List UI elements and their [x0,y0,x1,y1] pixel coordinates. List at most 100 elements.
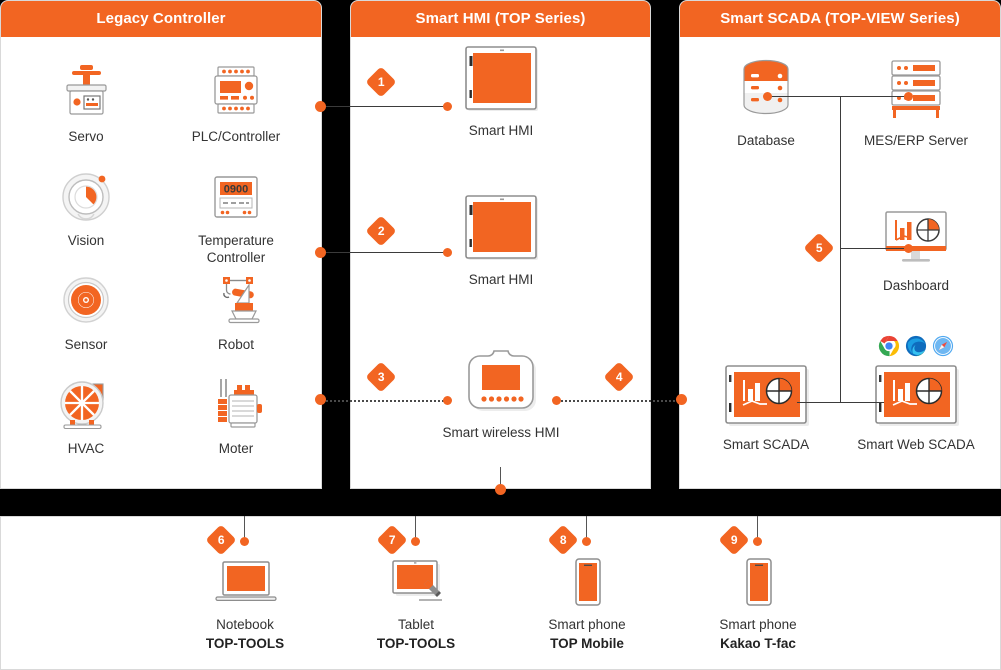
panel-hmi-title: Smart HMI (TOP Series) [351,1,650,37]
safari-browser-icon [932,335,954,357]
device-label: HVAC [67,441,105,456]
device-smart-wireless-hmi[interactable]: Smart wireless HMI [441,339,561,441]
device-label: Smart HMI [468,123,534,138]
device-label: Smart phone [719,617,797,632]
temperature-controller-icon: 0900 [176,163,296,225]
device-smart-phone-top-mobile[interactable]: Smart phone TOP Mobile [527,557,647,652]
smart-wireless-hmi-icon [441,339,561,417]
scada-branch-smart-scada [792,402,840,403]
marker-5: 5 [803,232,835,264]
device-label: Database [737,133,795,148]
device-label: Smart HMI [468,272,534,287]
panel-scada-title: Smart SCADA (TOP-VIEW Series) [680,1,1000,37]
motor-icon [176,371,296,433]
connector-dot-phone-1 [582,537,591,546]
connector-dot-bus-top [495,484,506,495]
device-smart-hmi-2[interactable]: Smart HMI [441,188,561,288]
scada-branch-server [840,96,908,97]
smartphone-icon [698,557,818,609]
vision-camera-icon [26,163,146,225]
hvac-blower-icon [26,371,146,433]
device-database[interactable]: Database [706,53,826,149]
device-label: Smart phone [548,617,626,632]
smart-hmi-icon [441,39,561,115]
dashboard-monitor-icon [856,206,976,270]
device-dashboard[interactable]: Dashboard [856,206,976,294]
panel-legacy-controller: Legacy Controller Servo PLC/Controller V… [0,0,322,489]
panel-smart-hmi: Smart HMI (TOP Series) Smart HMI Smart H… [350,0,651,489]
device-servo[interactable]: Servo [26,59,146,145]
device-label: Servo [68,129,104,144]
device-label: Smart SCADA [722,437,810,452]
device-sublabel: TOP-TOOLS [376,636,456,651]
connector-dot-2-right [443,248,452,257]
device-label: Sensor [64,337,108,352]
device-smart-phone-kakao[interactable]: Smart phone Kakao T-fac [698,557,818,652]
connector-dot-phone-2 [753,537,762,546]
smart-hmi-icon [441,188,561,264]
device-smart-scada[interactable]: Smart SCADA [706,357,826,453]
smartphone-icon [527,557,647,609]
device-plc-controller[interactable]: PLC/Controller [176,59,296,145]
server-rack-icon [856,53,976,125]
connector-dot-1-right [443,102,452,111]
connector-dot-4-right [676,394,687,405]
device-label: Dashboard [882,278,950,293]
device-label: MES/ERP Server [863,133,969,148]
device-label-line2: Controller [206,250,266,265]
smart-scada-icon [706,357,826,429]
diagram-root: Legacy Controller Servo PLC/Controller V… [0,0,1001,670]
connector-dot-tablet [411,537,420,546]
smart-web-scada-icon [856,357,976,429]
scada-branch-database [767,96,840,97]
device-tablet[interactable]: Tablet TOP-TOOLS [356,557,476,652]
device-label-line1: Temperature [198,233,274,248]
scada-vertical-trunk [840,96,841,402]
connector-line-2 [321,252,448,253]
scada-branch-dashboard [840,248,908,249]
device-robot[interactable]: Robot [176,267,296,353]
connector-dot-web-scada [884,398,893,407]
connector-dot-server [904,92,913,101]
connector-line-1 [321,106,448,107]
connector-line-4 [556,400,683,402]
device-hvac[interactable]: HVAC [26,371,146,457]
connector-dot-3-left [315,394,326,405]
device-label: Tablet [397,617,435,632]
device-temperature-controller[interactable]: 0900 Temperature Controller [176,163,296,266]
database-icon [706,53,826,125]
device-mes-erp-server[interactable]: MES/ERP Server [856,53,976,149]
device-moter[interactable]: Moter [176,371,296,457]
device-smart-hmi-1[interactable]: Smart HMI [441,39,561,139]
browser-icon-row [878,335,954,357]
notebook-laptop-icon [185,557,305,609]
sensor-icon [26,267,146,329]
scada-branch-web-scada [840,402,888,403]
panel-smart-scada: Smart SCADA (TOP-VIEW Series) Database M… [679,0,1001,489]
connector-dot-database [763,92,772,101]
connector-dot-smart-scada [788,398,797,407]
servo-icon [26,59,146,121]
connector-dot-dashboard [904,244,913,253]
plc-controller-icon [176,59,296,121]
svg-text:0900: 0900 [224,184,248,196]
device-sublabel: TOP Mobile [550,636,624,651]
device-sublabel: Kakao T-fac [720,636,796,651]
panel-legacy-title: Legacy Controller [1,1,321,37]
connector-dot-3-right [443,396,452,405]
connector-line-3 [321,400,448,402]
connector-dot-notebook [240,537,249,546]
device-notebook[interactable]: Notebook TOP-TOOLS [185,557,305,652]
device-label: Moter [218,441,254,456]
device-label: Robot [217,337,255,352]
device-label: Vision [67,233,105,248]
connector-dot-1-left [315,101,326,112]
device-label: PLC/Controller [191,129,281,144]
device-sensor[interactable]: Sensor [26,267,146,353]
panel-bottom-clients: Notebook TOP-TOOLS Tablet TOP-TOOLS Smar… [0,516,1001,670]
connector-dot-2-left [315,247,326,258]
device-smart-web-scada[interactable]: Smart Web SCADA [856,335,976,453]
tablet-stylus-icon [356,557,476,609]
device-sublabel: TOP-TOOLS [205,636,285,651]
device-vision[interactable]: Vision [26,163,146,249]
